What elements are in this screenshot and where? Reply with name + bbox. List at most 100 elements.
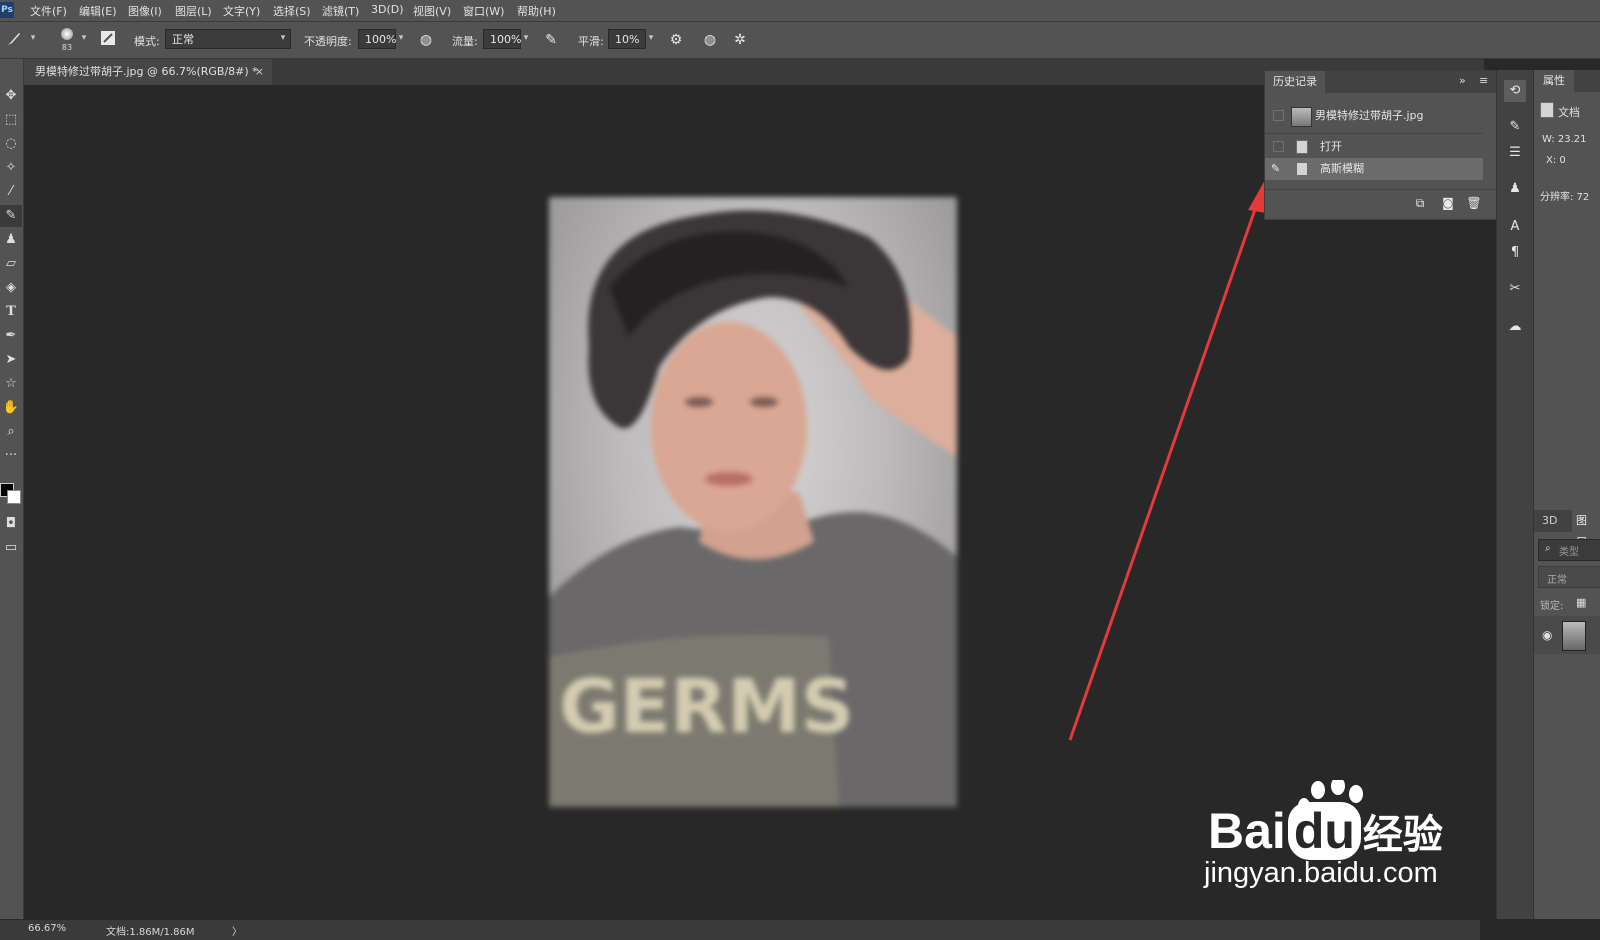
baidu-brand-text: Bai du 经验 [1208,802,1443,860]
airbrush-icon[interactable]: ✎ [541,30,561,50]
document-tab[interactable]: 男模特修过带胡子.jpg @ 66.7%(RGB/8#) * × [24,59,272,85]
history-item[interactable]: 打开 [1265,136,1483,158]
marquee-tool-icon[interactable]: ⬚ [0,109,22,131]
menu-help[interactable]: 帮助(H) [517,3,556,19]
layer-filter-placeholder: 类型 [1559,547,1579,558]
menu-edit[interactable]: 编辑(E) [79,3,117,19]
status-menu-arrow[interactable]: 〉 [232,923,242,938]
eye-icon[interactable]: ◉ [1542,628,1552,642]
history-source-checkbox[interactable] [1273,110,1284,121]
brush-settings-icon[interactable] [98,30,118,50]
x-value: X: 0 [1546,155,1566,166]
zoom-tool-icon[interactable]: ⌕ [0,421,22,443]
zoom-level[interactable]: 66.67% [28,923,66,934]
tab-history[interactable]: 历史记录 [1265,71,1325,93]
chevron-down-icon[interactable]: ▾ [521,31,531,45]
type-tool-icon[interactable]: T [0,301,22,323]
tab-layers[interactable]: 图层 [1572,510,1600,549]
menu-file[interactable]: 文件(F) [30,3,67,19]
adjustments-panel-icon[interactable]: ☰ [1504,142,1526,164]
tools-panel: ✥ ⬚ ◌ ✧ ⁄ ✎ ♟ ▱ ◈ T ✒ ➤ ☆ ✋ ⌕ ··· ◘ ▭ [0,59,24,919]
eraser-tool-icon[interactable]: ▱ [0,253,22,275]
lasso-tool-icon[interactable]: ◌ [0,133,22,155]
tool-presets-panel-icon[interactable]: ✂ [1504,278,1526,300]
chevron-down-icon[interactable]: ▾ [28,31,38,45]
snapshot-thumbnail [1291,107,1312,127]
layer-filter-input[interactable]: ⌕ 类型 [1538,539,1600,561]
history-panel-footer: ⧉ ◙ 🗑 [1265,189,1497,216]
flow-input[interactable]: 100% [483,29,521,49]
document-image[interactable]: GERMS [549,197,957,807]
tab-3d[interactable]: 3D [1542,510,1557,532]
layers-tab-bar: 3D 图层 [1534,510,1600,549]
pressure-size-icon[interactable]: ◍ [700,30,720,50]
path-select-tool-icon[interactable]: ➤ [0,349,22,371]
history-snapshot[interactable]: 男模特修过带胡子.jpg [1265,105,1483,127]
history-panel: 历史记录 » ≡ 男模特修过带胡子.jpg 打开 ✎ 高斯模糊 ⧉ ◙ 🗑 [1264,70,1498,220]
shape-tool-icon[interactable]: ☆ [0,373,22,395]
document-tab-title: 男模特修过带胡子.jpg @ 66.7%(RGB/8#) * [35,65,258,78]
menu-view[interactable]: 视图(V) [413,3,451,19]
trash-icon[interactable]: 🗑 [1465,194,1483,212]
brush-preset-picker[interactable]: 83 [56,26,78,56]
menu-select[interactable]: 选择(S) [273,3,311,19]
menu-type[interactable]: 文字(Y) [223,3,260,19]
lock-transparent-icon[interactable]: ▦ [1576,596,1586,609]
paragraph-panel-icon[interactable]: ¶ [1504,242,1526,264]
pen-tool-icon[interactable]: ✒ [0,325,22,347]
flow-value: 100% [490,33,522,46]
history-panel-header: 历史记录 » ≡ [1265,71,1497,93]
magic-wand-tool-icon[interactable]: ✧ [0,157,22,179]
menu-filter[interactable]: 滤镜(T) [322,3,359,19]
brush-tool-icon[interactable]: ✎ [0,205,22,227]
menu-layer[interactable]: 图层(L) [175,3,212,19]
history-panel-icon[interactable]: ⟲ [1504,80,1526,102]
chevron-down-icon[interactable]: ▾ [396,31,406,45]
baidu-brand-bai: Bai [1208,803,1286,859]
symmetry-icon[interactable]: ✲ [730,30,750,50]
gear-icon[interactable]: ⚙ [666,30,686,50]
blurred-portrait-image: GERMS [549,210,957,807]
blend-mode-select[interactable]: 正常 [1538,566,1600,588]
menu-3d[interactable]: 3D(D) [371,3,404,16]
menu-image[interactable]: 图像(I) [128,3,162,19]
move-tool-icon[interactable]: ✥ [0,85,22,107]
brush-settings-panel-icon[interactable]: ✎ [1504,116,1526,138]
stamp-tool-icon[interactable]: ♟ [0,229,22,251]
chevron-down-icon[interactable]: ▾ [79,31,89,45]
new-document-from-state-icon[interactable]: ⧉ [1411,194,1429,212]
watermark-url: jingyan.baidu.com [1204,857,1438,889]
quick-mask-icon[interactable]: ◘ [0,513,22,535]
panel-icon-column: ⟲ ✎ ☰ ♟ A ¶ ✂ ☁ [1496,70,1533,919]
mode-select[interactable]: 正常 [165,29,291,49]
history-item-label: 男模特修过带胡子.jpg [1315,109,1424,122]
tab-properties[interactable]: 属性 [1534,70,1574,92]
search-icon: ⌕ [1545,543,1551,554]
libraries-panel-icon[interactable]: ☁ [1504,316,1526,338]
screen-mode-icon[interactable]: ▭ [0,537,22,559]
panel-menu-icon[interactable]: ≡ [1479,74,1488,87]
chevron-down-icon[interactable]: ▾ [278,31,288,45]
width-value: W: 23.21 [1542,134,1587,145]
clone-source-panel-icon[interactable]: ♟ [1504,178,1526,200]
hand-tool-icon[interactable]: ✋ [0,397,22,419]
character-panel-icon[interactable]: A [1504,216,1526,238]
pressure-opacity-icon[interactable]: ◍ [416,30,436,50]
chevron-down-icon[interactable]: ▾ [646,31,656,45]
document-icon [1540,102,1554,118]
menu-window[interactable]: 窗口(W) [463,3,504,19]
paint-bucket-tool-icon[interactable]: ◈ [0,277,22,299]
eyedropper-tool-icon[interactable]: ⁄ [0,181,22,203]
collapse-icon[interactable]: » [1459,74,1466,87]
more-tools-icon[interactable]: ··· [0,445,22,467]
history-brush-icon[interactable]: ✎ [1271,158,1280,180]
brush-tool-icon[interactable] [4,30,24,50]
camera-icon[interactable]: ◙ [1439,194,1457,212]
history-item-selected[interactable]: ✎ 高斯模糊 [1265,158,1483,180]
close-icon[interactable]: × [255,59,264,85]
history-source-checkbox[interactable] [1273,141,1284,152]
background-color-swatch[interactable] [7,490,21,504]
layer-row[interactable]: ◉ [1534,616,1600,654]
opacity-input[interactable]: 100% [358,29,396,49]
smoothing-input[interactable]: 10% [608,29,646,49]
